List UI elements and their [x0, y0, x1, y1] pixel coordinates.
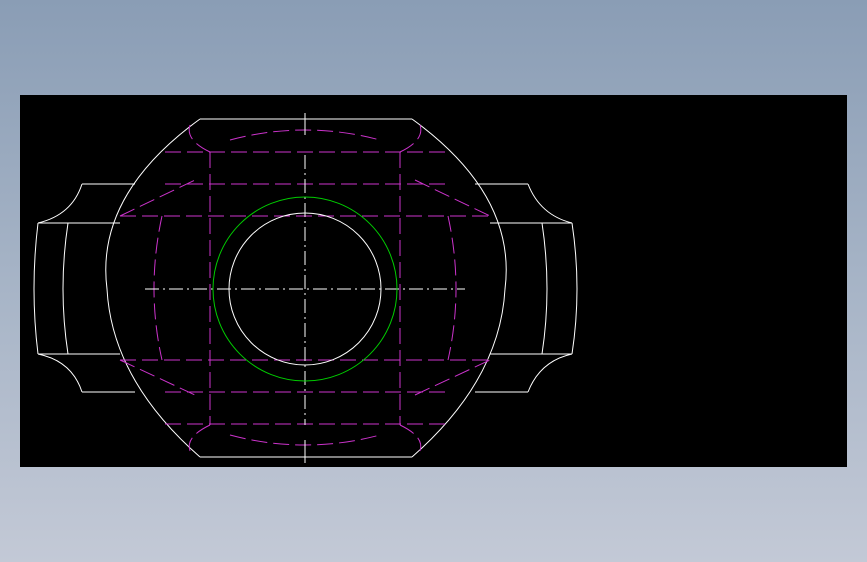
hidden-corner-tl [188, 124, 211, 153]
right-flange [475, 183, 578, 393]
left-flange-outer-edge [33, 222, 39, 355]
right-flange-top-fillet [527, 183, 573, 224]
hidden-corner-bl [188, 424, 211, 452]
hidden-diag-1 [119, 179, 196, 217]
cad-drawing [33, 113, 578, 463]
hidden-diag-2 [119, 359, 196, 396]
outer-body-outline [105, 118, 507, 458]
body-left-arc [105, 118, 201, 458]
right-flange-outer-edge [571, 222, 578, 355]
hidden-corner-tr [399, 124, 422, 153]
left-flange-top-fillet [37, 183, 83, 224]
left-flange-bottom-fillet [37, 353, 83, 393]
centerlines [145, 155, 465, 425]
right-flange-inner-edge [541, 222, 548, 355]
drawing-canvas[interactable] [20, 95, 847, 467]
right-flange-bottom-fillet [527, 353, 573, 393]
cad-viewport [0, 0, 867, 562]
hidden-arc-right [447, 215, 457, 361]
hidden-arc-left [153, 215, 163, 361]
body-right-arc [411, 118, 507, 458]
hidden-corner-br [399, 424, 422, 452]
left-flange [33, 183, 135, 393]
left-flange-inner-edge [62, 222, 69, 355]
